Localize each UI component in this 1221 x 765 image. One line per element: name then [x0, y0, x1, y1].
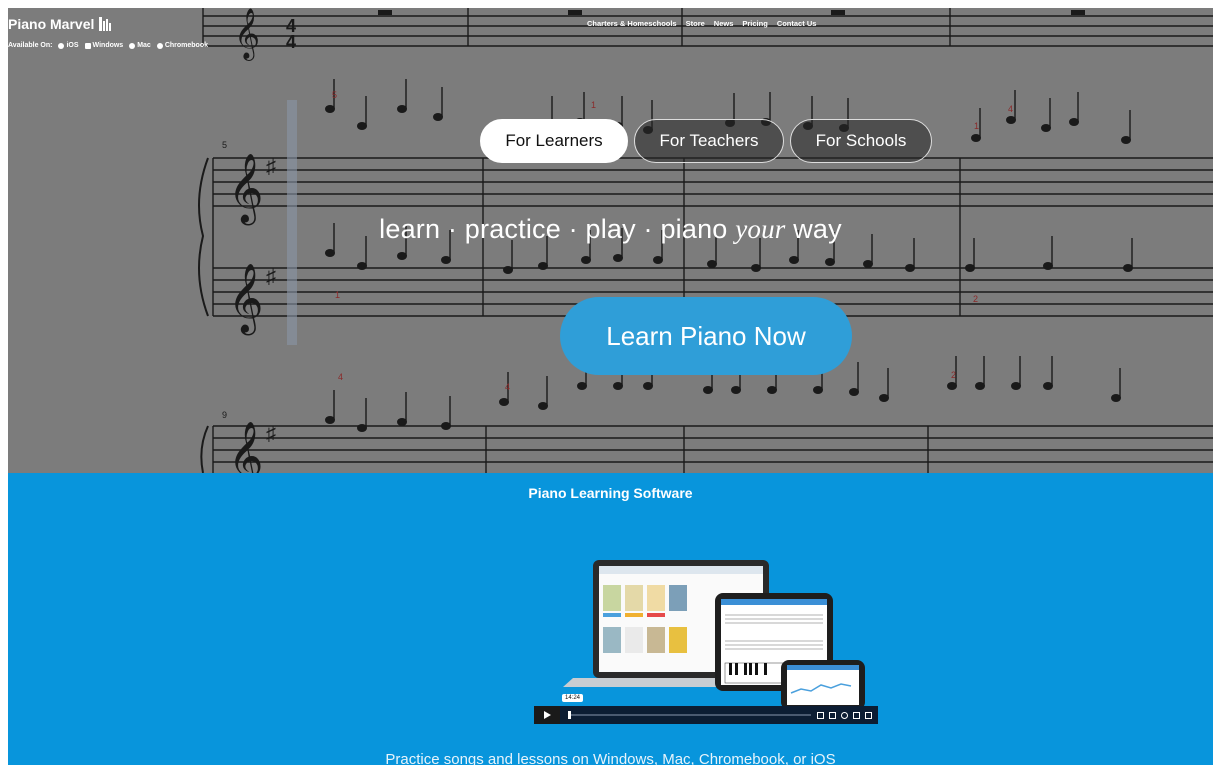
chapters-icon[interactable] — [829, 711, 836, 719]
platform-chromebook[interactable]: Chromebook — [156, 42, 208, 49]
platform-ios-label: iOS — [66, 42, 79, 49]
hero-section: 𝄞 4 4 𝄞 𝄞 ♯ ♯ 5 𝄞 ♯ 9 5 1 4 1 1 2 4 4 2 … — [8, 8, 1213, 473]
play-icon — [543, 711, 551, 719]
apple-icon — [58, 42, 65, 49]
tagline-start: learn · practice · play · piano — [379, 214, 736, 244]
tab-for-teachers[interactable]: For Teachers — [634, 119, 784, 163]
video-progress[interactable] — [568, 711, 811, 719]
svg-text:♯: ♯ — [266, 156, 276, 178]
svg-text:𝄞: 𝄞 — [228, 421, 263, 473]
captions-icon[interactable] — [817, 711, 824, 719]
organ-pipes-icon — [99, 17, 112, 31]
apple-icon — [129, 42, 136, 49]
windows-icon — [84, 42, 91, 49]
fingering-number: 4 — [1008, 104, 1013, 114]
progress-handle[interactable] — [568, 711, 571, 719]
svg-text:9: 9 — [222, 410, 227, 420]
available-label: Available On: — [8, 42, 53, 49]
nav-news[interactable]: News — [714, 19, 734, 28]
fingering-number: 2 — [973, 294, 978, 304]
platform-ios[interactable]: iOS — [58, 42, 79, 49]
nav-store[interactable]: Store — [686, 19, 705, 28]
fingering-number: 1 — [335, 290, 340, 300]
video-tools — [817, 711, 878, 719]
brand-name: Piano Marvel — [8, 16, 95, 32]
platform-mac[interactable]: Mac — [129, 42, 151, 49]
nav-pricing[interactable]: Pricing — [742, 19, 767, 28]
fingering-number: 2 — [951, 370, 956, 380]
svg-text:♯: ♯ — [266, 266, 276, 288]
fingering-number: 1 — [591, 100, 596, 110]
picture-in-picture-icon[interactable] — [853, 711, 860, 719]
section-title: Piano Learning Software — [528, 485, 693, 501]
tab-for-schools[interactable]: For Schools — [790, 119, 932, 163]
play-button[interactable] — [534, 706, 560, 724]
fingering-number: 1 — [974, 121, 979, 131]
platform-chromebook-label: Chromebook — [164, 42, 208, 49]
platform-windows-label: Windows — [92, 42, 124, 49]
video-controls: 14:24 — [534, 694, 878, 724]
fingering-number: 5 — [332, 90, 337, 100]
svg-text:5: 5 — [222, 140, 227, 150]
chrome-icon — [156, 42, 163, 49]
tagline-end: way — [785, 214, 842, 244]
staff-system-2: 𝄞 ♯ 9 — [200, 410, 1213, 473]
devices-preview-video[interactable] — [533, 555, 879, 725]
platform-windows[interactable]: Windows — [84, 42, 124, 49]
main-nav: Charters & Homeschools Store News Pricin… — [587, 19, 816, 28]
fingering-number: 4 — [505, 382, 510, 392]
available-on: Available On: iOS Windows Mac Chromebook — [8, 42, 208, 49]
video-time: 14:24 — [562, 694, 584, 702]
learn-piano-now-button[interactable]: Learn Piano Now — [560, 297, 852, 375]
fingering-number: 4 — [338, 372, 343, 382]
tagline-emphasis: your — [735, 214, 786, 244]
section-subtitle: Practice songs and lessons on Windows, M… — [385, 751, 836, 765]
fullscreen-icon[interactable] — [865, 711, 872, 719]
platform-mac-label: Mac — [137, 42, 151, 49]
nav-contact-us[interactable]: Contact Us — [777, 19, 817, 28]
tagline: learn · practice · play · piano your way — [8, 214, 1213, 245]
audience-tabs: For Learners For Teachers For Schools — [480, 119, 932, 163]
settings-icon[interactable] — [841, 711, 848, 719]
svg-text:♯: ♯ — [266, 423, 276, 445]
brand-logo[interactable]: Piano Marvel — [8, 16, 112, 32]
software-section: Piano Learning Software 14:24 Practice s… — [8, 473, 1213, 765]
nav-charters-homeschools[interactable]: Charters & Homeschools — [587, 19, 677, 28]
svg-text:𝄞: 𝄞 — [228, 263, 263, 335]
tab-for-learners[interactable]: For Learners — [480, 119, 628, 163]
top-bar: Piano Marvel Available On: iOS Windows M… — [8, 8, 1213, 60]
